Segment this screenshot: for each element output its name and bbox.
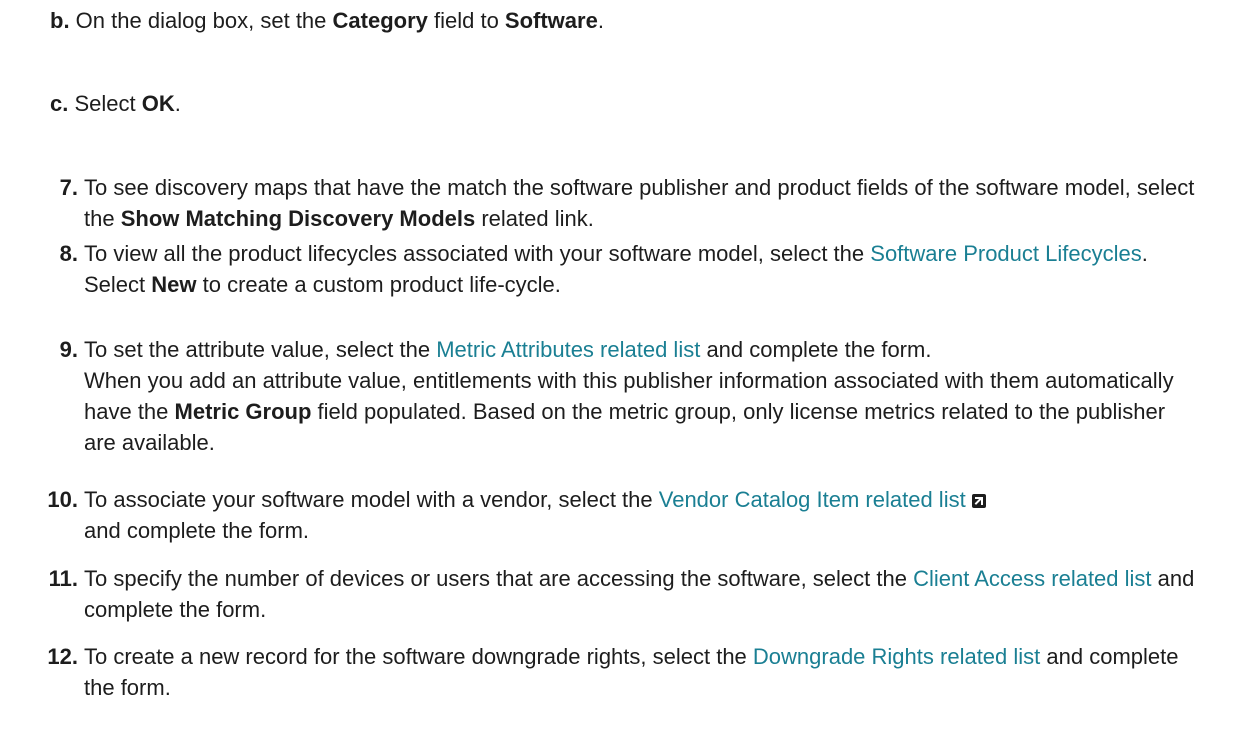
downgrade-rights-link[interactable]: Downgrade Rights related list <box>753 644 1040 669</box>
metric-attributes-link[interactable]: Metric Attributes related list <box>436 337 700 362</box>
substep-letter: c. <box>50 91 69 116</box>
step-bold: Show Matching Discovery Models <box>120 206 476 231</box>
step-text: to create a custom product life-cycle. <box>196 272 561 297</box>
step-number: 12. <box>47 644 78 669</box>
step-number: 7. <box>59 175 78 200</box>
external-link-icon[interactable] <box>971 494 986 508</box>
step-body: To specify the number of devices or user… <box>84 563 1199 625</box>
step-text: To specify the number of devices or user… <box>84 566 914 591</box>
step-body: To create a new record for the software … <box>84 641 1199 703</box>
step-text: related link. <box>475 206 594 231</box>
client-access-link[interactable]: Client Access related list <box>913 566 1151 591</box>
step-text: Select <box>84 272 152 297</box>
step-text: . <box>1141 241 1148 266</box>
step-text: and complete the form. <box>700 337 932 362</box>
step-text: To view all the product lifecycles assoc… <box>84 241 871 266</box>
step-text: To associate your software model with a … <box>84 487 659 512</box>
step-number: 9. <box>59 337 78 362</box>
substep-b: b. On the dialog box, set the Category f… <box>50 5 1150 36</box>
substep-text: . <box>174 91 181 116</box>
step-body: To view all the product lifecycles assoc… <box>84 238 1199 300</box>
substep-text: . <box>597 8 604 33</box>
step-text: To create a new record for the software … <box>84 644 753 669</box>
substep-bold: Software <box>504 8 598 33</box>
step-bold: New <box>151 272 197 297</box>
substep-text: field to <box>427 8 505 33</box>
software-product-lifecycles-link[interactable]: Software Product Lifecycles <box>870 241 1141 266</box>
document-body: b. On the dialog box, set the Category f… <box>0 0 1235 729</box>
substep-bold: OK <box>141 91 175 116</box>
step-number: 11. <box>48 566 78 591</box>
step-bold: Metric Group <box>174 399 312 424</box>
step-text: To set the attribute value, select the <box>84 337 437 362</box>
step-text: and complete the form. <box>84 518 310 543</box>
step-number: 8. <box>59 241 78 266</box>
step-body: To see discovery maps that have the matc… <box>84 172 1199 234</box>
substep-c: c. Select OK. <box>50 88 1150 119</box>
substep-bold: Category <box>332 8 428 33</box>
step-body: To associate your software model with a … <box>84 484 1199 546</box>
substep-text: On the dialog box, set the <box>69 8 333 33</box>
substep-letter: b. <box>50 8 70 33</box>
substep-text: Select <box>68 91 142 116</box>
step-number: 10. <box>47 487 78 512</box>
vendor-catalog-item-link[interactable]: Vendor Catalog Item related list <box>659 487 966 512</box>
step-body: To set the attribute value, select the M… <box>84 334 1199 458</box>
